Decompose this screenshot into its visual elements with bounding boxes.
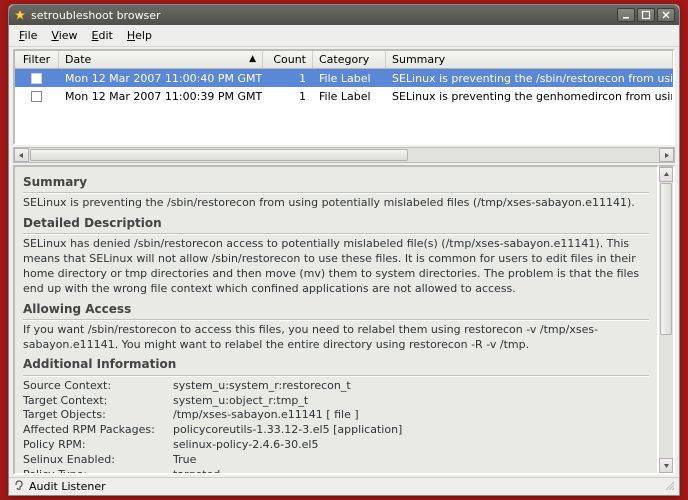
col-category[interactable]: Category (313, 51, 386, 68)
table-body: Mon 12 Mar 2007 11:00:40 PM GMT 1 File L… (15, 69, 673, 143)
divider (23, 192, 649, 193)
col-count[interactable]: Count (263, 51, 313, 68)
close-button[interactable] (657, 8, 675, 22)
label-policy-rpm: Policy RPM: (23, 438, 173, 453)
heading-summary: Summary (23, 174, 649, 190)
allowing-text: If you want /sbin/restorecon to access t… (23, 323, 649, 353)
app-window: setroubleshoot browser File View Edit He… (8, 4, 680, 496)
description-text: SELinux has denied /sbin/restorecon acce… (23, 237, 649, 296)
table-row[interactable]: Mon 12 Mar 2007 11:00:40 PM GMT 1 File L… (15, 69, 673, 87)
window-title: setroubleshoot browser (31, 9, 617, 22)
value-affected-rpm: policycoreutils-1.33.12-3.el5 [applicati… (173, 423, 649, 438)
scroll-up-icon[interactable] (659, 167, 673, 182)
cell-category: File Label (313, 70, 386, 87)
table-hscrollbar[interactable] (13, 147, 675, 163)
divider (23, 233, 649, 234)
app-icon (13, 8, 27, 22)
filter-checkbox[interactable] (31, 73, 42, 84)
value-target-objects: /tmp/xses-sabayon.e11141 [ file ] (173, 408, 649, 423)
scroll-right-icon[interactable] (659, 148, 674, 162)
cell-date: Mon 12 Mar 2007 11:00:39 PM GMT (59, 88, 263, 105)
scroll-track[interactable] (659, 182, 673, 458)
label-affected-rpm: Affected RPM Packages: (23, 423, 173, 438)
cell-summary: SELinux is preventing the /sbin/restorec… (386, 70, 673, 87)
titlebar[interactable]: setroubleshoot browser (9, 5, 679, 25)
resize-grip-icon[interactable] (663, 479, 675, 494)
status-text: Audit Listener (29, 480, 106, 493)
sort-asc-icon: ▲ (249, 54, 256, 64)
cell-summary: SELinux is preventing the genhomedircon … (386, 88, 673, 105)
scroll-left-icon[interactable] (14, 148, 29, 162)
cell-date: Mon 12 Mar 2007 11:00:40 PM GMT (59, 70, 263, 87)
cell-count: 1 (263, 88, 313, 105)
menu-file[interactable]: File (13, 27, 43, 44)
heading-additional: Additional Information (23, 356, 649, 372)
label-source-context: Source Context: (23, 379, 173, 394)
scroll-track[interactable] (29, 148, 659, 162)
label-target-context: Target Context: (23, 394, 173, 409)
value-policy-rpm: selinux-policy-2.4.6-30.el5 (173, 438, 649, 453)
label-policy-type: Policy Type: (23, 468, 173, 475)
scroll-thumb[interactable] (30, 149, 408, 161)
scroll-thumb[interactable] (660, 183, 672, 335)
cell-count: 1 (263, 70, 313, 87)
menu-edit[interactable]: Edit (86, 27, 119, 44)
summary-text: SELinux is preventing the /sbin/restorec… (23, 196, 649, 211)
alert-table: Filter Date▲ Count Category Summary Mon … (13, 49, 675, 145)
value-source-context: system_u:system_r:restorecon_t (173, 379, 649, 394)
maximize-button[interactable] (637, 8, 655, 22)
cell-category: File Label (313, 88, 386, 105)
divider (23, 319, 649, 320)
value-policy-type: targeted (173, 468, 649, 475)
col-date[interactable]: Date▲ (59, 51, 263, 68)
label-selinux-enabled: Selinux Enabled: (23, 453, 173, 468)
col-filter[interactable]: Filter (15, 51, 59, 68)
ear-icon (13, 479, 25, 494)
detail-pane: Summary SELinux is preventing the /sbin/… (13, 165, 659, 475)
col-summary[interactable]: Summary (386, 51, 673, 68)
table-row[interactable]: Mon 12 Mar 2007 11:00:39 PM GMT 1 File L… (15, 87, 673, 105)
filter-checkbox[interactable] (31, 91, 42, 102)
detail-vscrollbar[interactable] (659, 165, 675, 475)
minimize-button[interactable] (617, 8, 635, 22)
label-target-objects: Target Objects: (23, 408, 173, 423)
table-header: Filter Date▲ Count Category Summary (15, 51, 673, 69)
info-table: Source Context:system_u:system_r:restore… (23, 379, 649, 475)
menu-view[interactable]: View (45, 27, 83, 44)
scroll-down-icon[interactable] (659, 458, 673, 473)
value-target-context: system_u:object_r:tmp_t (173, 394, 649, 409)
value-selinux-enabled: True (173, 453, 649, 468)
statusbar: Audit Listener (9, 477, 679, 495)
heading-description: Detailed Description (23, 215, 649, 231)
menu-help[interactable]: Help (121, 27, 158, 44)
detail-pane-wrap: Summary SELinux is preventing the /sbin/… (13, 165, 675, 475)
menubar: File View Edit Help (9, 25, 679, 47)
divider (23, 375, 649, 376)
heading-allowing: Allowing Access (23, 301, 649, 317)
